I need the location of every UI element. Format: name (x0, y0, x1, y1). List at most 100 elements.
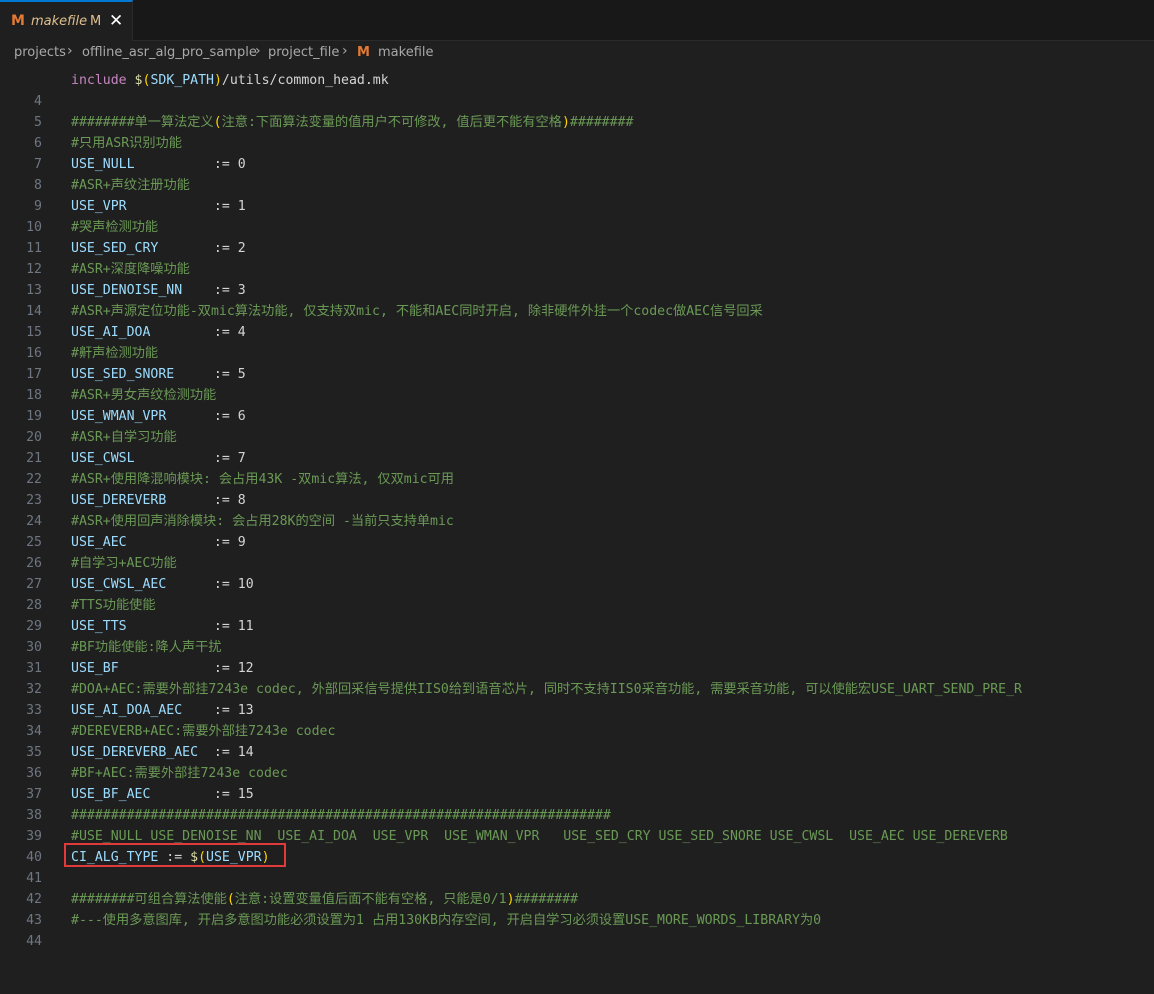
code-line: 20 USE_WMAN_VPR := 6 (0, 406, 1154, 445)
comment: ######## (514, 892, 579, 907)
value: 1 (237, 199, 246, 214)
paren: ) (506, 892, 515, 907)
operator: := (118, 661, 238, 676)
code-line: 34 USE_AI_DOA_AEC := 13 (0, 700, 1154, 739)
comment: #只用ASR识别功能 (71, 136, 182, 151)
code-line: 28 USE_CWSL_AEC := 10 (0, 574, 1154, 613)
code-line: 14 USE_DENOISE_NN := 3 (0, 280, 1154, 319)
makefile-icon: M (357, 45, 370, 60)
breadcrumb-item-project-file[interactable]: project_file (268, 45, 339, 60)
code-line: 37 #BF+AEC:需要外部挂7243e codec (0, 763, 1154, 802)
code-line: 36 USE_DEREVERB_AEC := 14 (0, 742, 1154, 781)
breadcrumb-item-makefile[interactable]: makefile (378, 45, 434, 60)
comment: ######## (569, 115, 634, 130)
variable: USE_DENOISE_NN (71, 283, 183, 298)
code-line: 26 USE_AEC := 9 (0, 532, 1154, 571)
code-line: 5 (0, 91, 1154, 130)
variable: USE_NULL (71, 157, 135, 172)
comment: #ASR+自学习功能 (71, 430, 177, 445)
value: 14 (237, 745, 254, 760)
value: 10 (237, 577, 254, 592)
comment: #ASR+深度降噪功能 (71, 262, 190, 277)
comment: ########可组合算法使能 (71, 892, 227, 907)
paren: ( (226, 892, 235, 907)
code-line: 7 #只用ASR识别功能 (0, 133, 1154, 172)
operator: := (158, 241, 238, 256)
code-line: 35 #DEREVERB+AEC:需要外部挂7243e codec (0, 721, 1154, 760)
code-line: 12 USE_SED_CRY := 2 (0, 238, 1154, 277)
variable: USE_AI_DOA (71, 325, 151, 340)
keyword: include (71, 73, 127, 88)
line-number: 44 (26, 934, 42, 949)
code-line: 8 USE_NULL := 0 (0, 154, 1154, 193)
comment: 注意:下面算法变量的值用户不可修改, 值后更不能有空格 (221, 115, 562, 130)
value: 13 (237, 703, 254, 718)
code-line: 24 USE_DEREVERB := 8 (0, 490, 1154, 529)
operator: := (166, 409, 238, 424)
operator: := (174, 367, 238, 382)
comment: ########单一算法定义 (71, 115, 214, 130)
operator: := (182, 703, 238, 718)
comment: #哭声检测功能 (71, 220, 159, 235)
code-editor[interactable]: 4 include $(SDK_PATH)/utils/common_head.… (0, 70, 1154, 949)
code-line: 42 (0, 868, 1154, 907)
tab-makefile[interactable]: M makefile M ✕ (0, 0, 133, 41)
breadcrumb-item-projects[interactable]: projects (14, 45, 66, 60)
code-line: 11 #哭声检测功能 (0, 217, 1154, 256)
value: 8 (237, 493, 246, 508)
code-line: 25 #ASR+使用回声消除模块: 会占用28K的空间 -当前只支持单mic (0, 511, 1154, 550)
chevron-right-icon: › (67, 43, 73, 59)
operator: := (150, 787, 238, 802)
variable: USE_CWSL_AEC (71, 577, 167, 592)
value: 12 (237, 661, 254, 676)
comment: #ASR+声源定位功能-双mic算法功能, 仅支持双mic, 不能和AEC同时开… (71, 304, 763, 319)
code-line: 29 #TTS功能使能 (0, 595, 1154, 634)
code-line: 32 USE_BF := 12 (0, 658, 1154, 697)
code-line: 9 #ASR+声纹注册功能 (0, 175, 1154, 214)
operator: := (134, 451, 238, 466)
variable: USE_WMAN_VPR (71, 409, 167, 424)
value: 0 (237, 157, 246, 172)
comment: #ASR+男女声纹检测功能 (71, 388, 217, 403)
comment: 注意:设置变量值后面不能有空格, 只能是0/1 (234, 892, 507, 907)
operator: := (198, 745, 238, 760)
code-line: 10 USE_VPR := 1 (0, 196, 1154, 235)
code-line: 38 USE_BF_AEC := 15 (0, 784, 1154, 823)
variable: USE_TTS (71, 619, 127, 634)
code-line: 33 #DOA+AEC:需要外部挂7243e codec, 外部回采信号提供II… (0, 679, 1154, 718)
code-line: 6 ########单一算法定义(注意:下面算法变量的值用户不可修改, 值后更不… (0, 112, 1154, 151)
operator: := (134, 157, 238, 172)
comment: #ASR+使用降混响模块: 会占用43K -双mic算法, 仅双mic可用 (71, 472, 454, 487)
modified-badge: M (90, 14, 102, 29)
code-line: 27 #自学习+AEC功能 (0, 553, 1154, 592)
paren: ) (213, 73, 222, 88)
path-text: /utils/common_head.mk (221, 73, 389, 88)
variable: USE_AEC (71, 535, 127, 550)
comment: #BF功能使能:降人声干扰 (71, 640, 222, 655)
comment: #ASR+使用回声消除模块: 会占用28K的空间 -当前只支持单mic (71, 514, 454, 529)
operator: := (150, 325, 238, 340)
code-line: 22 USE_CWSL := 7 (0, 448, 1154, 487)
code-line: 15 #ASR+声源定位功能-双mic算法功能, 仅支持双mic, 不能和AEC… (0, 301, 1154, 340)
comment: #---使用多意图库, 开启多意图功能必须设置为1 占用130KB内存空间, 开… (71, 913, 822, 928)
chevron-right-icon: › (255, 43, 261, 59)
comment: #DOA+AEC:需要外部挂7243e codec, 外部回采信号提供IIS0给… (71, 682, 1022, 697)
value: 4 (237, 325, 246, 340)
paren: ) (561, 115, 570, 130)
value: 7 (237, 451, 246, 466)
variable: USE_BF (71, 661, 119, 676)
code-line: 23 #ASR+使用降混响模块: 会占用43K -双mic算法, 仅双mic可用 (0, 469, 1154, 508)
operator: := (126, 535, 238, 550)
variable: USE_VPR (71, 199, 127, 214)
operator: := (166, 577, 238, 592)
value: 15 (237, 787, 254, 802)
variable: USE_DEREVERB_AEC (71, 745, 199, 760)
code-line: 43 ########可组合算法使能(注意:设置变量值后面不能有空格, 只能是0… (0, 889, 1154, 928)
close-icon[interactable]: ✕ (109, 11, 123, 31)
breadcrumb-item-sample[interactable]: offline_asr_alg_pro_sample (82, 45, 257, 60)
value: 9 (237, 535, 246, 550)
tab-bar: M makefile M ✕ (0, 0, 1154, 41)
variable: USE_AI_DOA_AEC (71, 703, 183, 718)
variable: USE_DEREVERB (71, 493, 167, 508)
code-line: 39 #####################################… (0, 805, 1154, 844)
